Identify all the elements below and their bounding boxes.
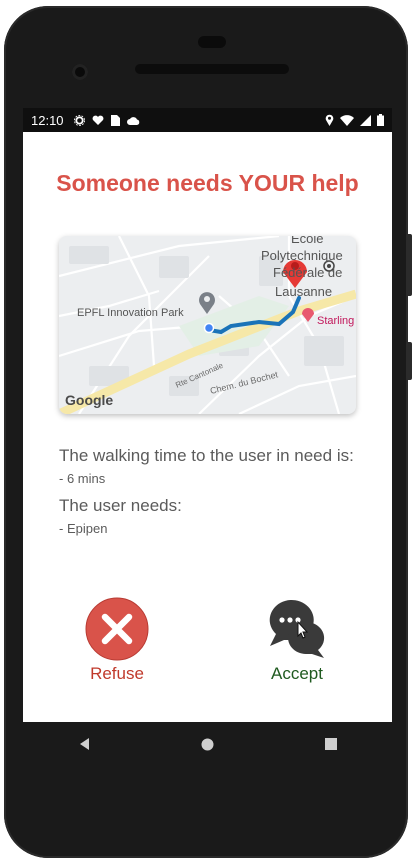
accept-label: Accept [271,664,323,683]
needs-value: - Epipen [59,521,108,536]
wifi-icon [340,114,354,126]
heart-icon [92,115,103,125]
power-button [406,342,412,380]
map-view[interactable]: Ecole Polytechnique Fédérale de Lausanne… [59,236,356,414]
info-section: The walking time to the user in need is:… [59,446,369,546]
signal-icon [360,114,371,126]
google-logo: Google [65,392,113,408]
battery-icon [377,114,384,126]
home-icon[interactable] [201,738,214,751]
refuse-button[interactable]: Refuse [57,596,177,684]
front-camera [72,64,88,80]
page-title: Someone needs YOUR help [56,170,359,196]
home-button[interactable] [188,724,228,764]
location-icon [325,114,334,126]
back-button[interactable] [65,724,105,764]
map-label-hotel: Starling [317,315,354,327]
app-screen: 12:10 Someone needs YOUR help Ecole Poly… [23,108,392,722]
walking-time-value: - 6 mins [59,471,106,486]
refuse-x-icon[interactable] [84,596,150,662]
status-right-icons [325,114,384,126]
gear-icon [73,114,85,126]
map-label-park: EPFL Innovation Park [77,307,184,319]
map-canvas[interactable]: Ecole Polytechnique Fédérale de Lausanne… [59,236,356,414]
recents-icon[interactable] [324,738,337,750]
map-label-univ-4: Lausanne [275,284,332,299]
walking-time-label: The walking time to the user in need is: [59,446,354,465]
navigation-bar [23,722,392,766]
needs-label: The user needs: [59,496,182,515]
status-time: 12:10 [31,112,64,128]
sim-icon [110,114,120,126]
map-label-univ-1: Ecole [291,236,324,246]
map-label-univ-2: Polytechnique [261,248,343,263]
accept-button[interactable]: Accept [237,596,357,684]
status-left-icons [73,114,140,126]
status-bar: 12:10 [23,108,392,132]
back-icon[interactable] [79,738,91,750]
map-label-univ-3: Fédérale de [273,265,342,280]
earpiece [198,36,226,48]
cloud-icon [126,116,139,125]
top-speaker [135,64,289,74]
refuse-label: Refuse [90,664,144,683]
recents-button[interactable] [311,724,351,764]
chat-bubbles-icon[interactable] [262,596,332,662]
volume-button [406,234,412,296]
